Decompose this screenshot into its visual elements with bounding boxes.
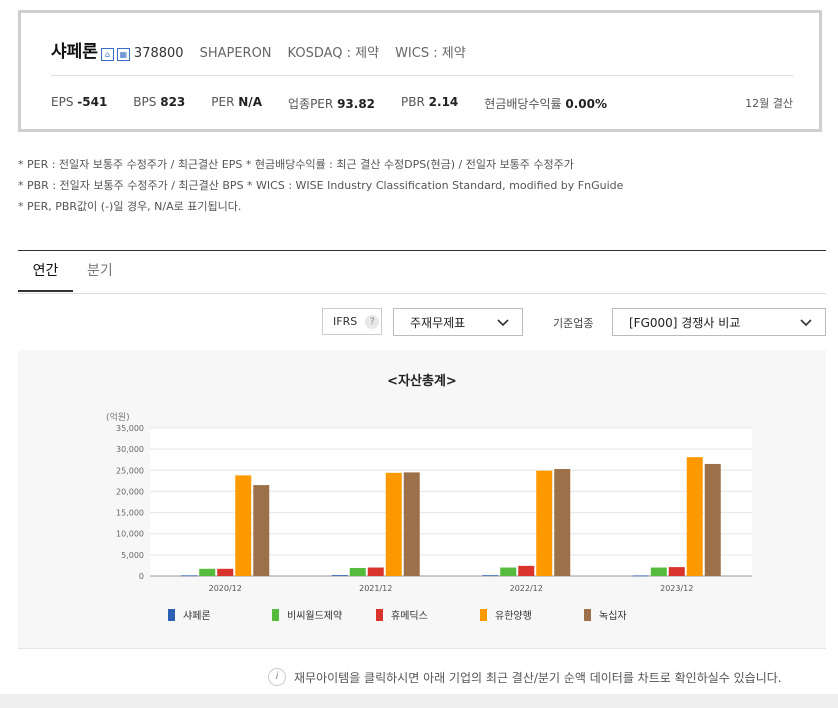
building-icon[interactable]: ▦ bbox=[116, 48, 130, 61]
x-tick-label: 2023/12 bbox=[660, 584, 693, 593]
legend-swatch bbox=[168, 609, 175, 621]
bar bbox=[385, 472, 402, 576]
y-tick-label: 30,000 bbox=[116, 445, 144, 454]
chevron-down-icon bbox=[800, 319, 812, 327]
legend-label: 비씨월드제약 bbox=[287, 610, 342, 622]
y-tick-label: 20,000 bbox=[116, 487, 144, 496]
stat-value: N/A bbox=[238, 95, 262, 109]
basis-select-value: [FG000] 경쟁사 비교 bbox=[629, 315, 741, 330]
stat-label: PBR bbox=[401, 95, 425, 109]
legend-label: 휴메딕스 bbox=[391, 610, 428, 622]
chart-footnote: i 재무아이템을 클릭하시면 아래 기업의 최근 결산/분기 순액 데이터를 차… bbox=[268, 668, 782, 686]
bar bbox=[349, 567, 366, 576]
y-tick-label: 10,000 bbox=[116, 530, 144, 539]
stat-sector-per: 업종PER 93.82 bbox=[288, 95, 375, 112]
stat-label: BPS bbox=[133, 95, 157, 109]
stat-bps: BPS 823 bbox=[133, 95, 185, 112]
period-tabs: 연간 분기 bbox=[18, 250, 826, 294]
bottom-strip bbox=[0, 694, 838, 708]
footnote-text: 재무아이템을 클릭하시면 아래 기업의 최근 결산/분기 순액 데이터를 차트로… bbox=[294, 670, 782, 685]
notes: * PER : 전일자 보통주 수정주가 / 최근결산 EPS * 현금배당수익… bbox=[18, 154, 623, 217]
company-name: 샤페론 bbox=[51, 42, 98, 62]
legend-swatch bbox=[376, 609, 383, 621]
y-tick-label: 0 bbox=[139, 572, 144, 581]
note-line: * PER, PBR값이 (-)일 경우, N/A로 표기됩니다. bbox=[18, 200, 242, 213]
bar bbox=[704, 463, 721, 576]
tab-quarter[interactable]: 분기 bbox=[87, 250, 113, 292]
legend-swatch bbox=[480, 609, 487, 621]
header-divider bbox=[51, 75, 793, 76]
bar bbox=[217, 568, 234, 576]
note-line: * PER : 전일자 보통주 수정주가 / 최근결산 EPS * 현금배당수익… bbox=[18, 158, 574, 171]
statement-select-value: 주재무제표 bbox=[410, 315, 466, 330]
basis-label: 기준업종 bbox=[553, 317, 594, 330]
chart-panel: <자산총계> (억원) 0 5,000 10,000 15,000 20,000 25,00… bbox=[18, 350, 826, 649]
ifrs-label: IFRS ? bbox=[322, 308, 382, 335]
legend-swatch bbox=[584, 609, 591, 621]
stat-value: -541 bbox=[77, 95, 108, 109]
y-tick-label: 25,000 bbox=[116, 466, 144, 475]
bar bbox=[199, 568, 216, 576]
stat-per: PER N/A bbox=[211, 95, 262, 112]
stat-label: PER bbox=[211, 95, 235, 109]
bar bbox=[536, 470, 553, 576]
bar bbox=[253, 485, 270, 576]
bar bbox=[650, 567, 667, 576]
bar bbox=[181, 575, 198, 577]
bar bbox=[632, 575, 649, 577]
legend-label: 유한양행 bbox=[495, 610, 532, 622]
wics-info: WICS : 제약 bbox=[395, 46, 466, 61]
stat-label: 현금배당수익률 bbox=[484, 97, 562, 111]
y-tick-label: 35,000 bbox=[116, 424, 144, 433]
home-icon[interactable]: ⌂ bbox=[100, 48, 114, 61]
bar bbox=[331, 575, 348, 576]
stat-value: 93.82 bbox=[337, 97, 376, 111]
bar bbox=[518, 565, 535, 576]
bar bbox=[367, 567, 384, 576]
stat-pbr: PBR 2.14 bbox=[401, 95, 458, 112]
stat-label: 업종PER bbox=[287, 97, 334, 111]
bar bbox=[235, 475, 252, 576]
tab-annual[interactable]: 연간 bbox=[18, 250, 73, 292]
bar bbox=[554, 469, 571, 576]
info-icon: i bbox=[268, 668, 286, 686]
company-title-row: 샤페론 ⌂ ▦ 378800 SHAPERON KOSDAQ : 제약 WICS… bbox=[51, 37, 466, 62]
stats-row: EPS -541 BPS 823 PER N/A 업종PER 93.82 PBR… bbox=[51, 95, 633, 112]
stat-value: 0.00% bbox=[565, 97, 608, 111]
help-icon[interactable]: ? bbox=[365, 314, 380, 329]
legend-swatch bbox=[272, 609, 279, 621]
legend-label: 녹십자 bbox=[599, 610, 627, 622]
stat-value: 2.14 bbox=[428, 95, 459, 109]
bar bbox=[686, 457, 703, 576]
bar bbox=[482, 575, 499, 577]
bar bbox=[500, 567, 517, 576]
note-line: * PBR : 전일자 보통주 수정주가 / 최근결산 BPS * WICS :… bbox=[18, 179, 624, 192]
bar bbox=[403, 472, 420, 576]
company-code: 378800 bbox=[133, 46, 184, 61]
total-assets-chart: (억원) 0 5,000 10,000 15,000 20,000 25,000 30,000… bbox=[106, 411, 752, 622]
y-axis-unit: (억원) bbox=[106, 411, 130, 423]
x-tick-label: 2021/12 bbox=[359, 584, 392, 593]
stat-value: 823 bbox=[160, 95, 186, 109]
stat-dividend-yield: 현금배당수익률 0.00% bbox=[484, 95, 607, 112]
basis-select[interactable]: [FG000] 경쟁사 비교 bbox=[612, 308, 826, 336]
stat-label: EPS bbox=[51, 95, 74, 109]
settlement-month: 12월 결산 bbox=[745, 97, 793, 110]
statement-select[interactable]: 주재무제표 bbox=[393, 308, 523, 336]
x-tick-label: 2020/12 bbox=[209, 584, 242, 593]
x-tick-label: 2022/12 bbox=[510, 584, 543, 593]
ifrs-text: IFRS bbox=[333, 315, 358, 328]
bar bbox=[668, 567, 685, 576]
company-english-name: SHAPERON bbox=[199, 46, 272, 61]
legend-label: 샤페론 bbox=[183, 610, 211, 622]
y-tick-label: 5,000 bbox=[121, 551, 144, 560]
market-info: KOSDAQ : 제약 bbox=[287, 46, 380, 61]
chevron-down-icon bbox=[497, 319, 509, 327]
company-summary-box: 샤페론 ⌂ ▦ 378800 SHAPERON KOSDAQ : 제약 WICS… bbox=[18, 10, 822, 132]
stat-eps: EPS -541 bbox=[51, 95, 107, 112]
y-tick-label: 15,000 bbox=[116, 509, 144, 518]
